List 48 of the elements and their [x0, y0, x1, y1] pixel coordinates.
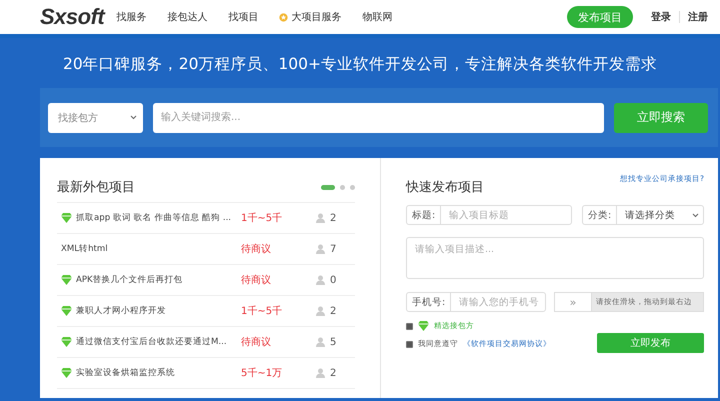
budget-text: 5千~1万 — [241, 366, 284, 380]
project-link[interactable]: 兼职人才网小程序开发 — [76, 305, 166, 317]
page-dot[interactable] — [340, 184, 345, 190]
title-field[interactable]: 标题: 输入项目标题 — [406, 205, 572, 225]
page-dot[interactable] — [350, 184, 355, 190]
star-icon — [279, 12, 288, 22]
person-icon — [316, 337, 325, 347]
login-link[interactable]: 登录 — [651, 10, 671, 24]
bid-count: 2 — [330, 306, 336, 316]
person-icon — [316, 244, 325, 254]
budget-text: 1千~5千 — [241, 304, 284, 318]
nav-link[interactable]: 大项目服务 — [279, 10, 342, 24]
budget-text: 待商议 — [241, 336, 272, 349]
bid-count: 0 — [330, 274, 336, 286]
nav-link[interactable]: 接包达人 — [167, 10, 208, 24]
project-link[interactable]: APK替换几个文件后再打包 — [76, 274, 183, 286]
scope-select[interactable]: 找接包方 — [48, 102, 143, 132]
diamond-icon — [418, 321, 429, 331]
register-link[interactable]: 注册 — [688, 10, 708, 24]
project-link[interactable]: XML转html — [61, 243, 108, 255]
person-icon — [316, 275, 325, 285]
budget-text: 待商议 — [241, 242, 272, 256]
tagline: 20年口碑服务，20万程序员、100+专业软件开发公司，专注解决各类软件开发需求 — [62, 54, 658, 75]
bid-count: 2 — [330, 212, 336, 224]
nav-link[interactable]: 找项目 — [228, 10, 258, 24]
bid-count: 7 — [330, 244, 336, 254]
site-logo[interactable]: Sxsoft — [40, 4, 104, 30]
category-select[interactable]: 分类: 请选择分类 — [582, 205, 704, 225]
bid-count: 2 — [330, 368, 336, 378]
person-icon — [316, 306, 325, 316]
phone-field[interactable]: 手机号: 请输入您的手机号 — [406, 292, 546, 312]
bid-count: 5 — [330, 336, 336, 348]
search-field[interactable]: 输入关键词搜索... — [153, 102, 604, 132]
chevron-icon — [130, 115, 137, 120]
budget-text: 待商议 — [241, 274, 272, 287]
checkbox[interactable] — [406, 322, 413, 330]
project-link[interactable]: 抓取app 歌词 歌名 作曲等信息 酷狗 ... — [76, 212, 232, 224]
nav-link[interactable]: 物联网 — [362, 10, 392, 24]
person-icon — [316, 213, 325, 223]
person-icon — [316, 368, 325, 378]
nav-link[interactable]: 找服务 — [116, 10, 146, 24]
chevron-icon — [692, 212, 699, 218]
project-link[interactable]: 通过微信支付宝后台收款还要通过M... — [76, 336, 227, 348]
section-title: 最新外包项目 — [57, 179, 135, 196]
budget-text: 1千~5千 — [241, 212, 284, 225]
project-link[interactable]: 实验室设备烘箱监控系统 — [76, 367, 175, 379]
checkbox[interactable] — [406, 340, 413, 348]
section-title: 快速发布项目 — [406, 179, 484, 196]
